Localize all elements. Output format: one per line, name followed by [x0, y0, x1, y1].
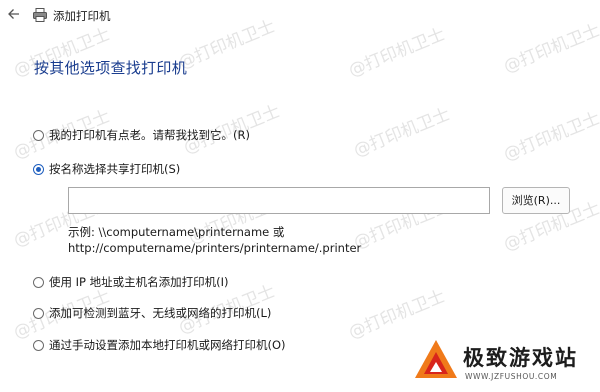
radio-button[interactable]	[33, 129, 44, 141]
logo-url: WWW.JZFUSHOU.COM	[465, 372, 558, 381]
option-label: 通过手动设置添加本地打印机或网络打印机(O)	[49, 338, 286, 352]
option-shared-printer-by-name[interactable]: 按名称选择共享打印机(S)	[33, 160, 180, 178]
option-old-printer[interactable]: 我的打印机有点老。请帮我找到它。(R)	[33, 126, 250, 144]
radio-button[interactable]	[33, 276, 44, 288]
option-manual-setup[interactable]: 通过手动设置添加本地打印机或网络打印机(O)	[33, 336, 286, 354]
browse-button[interactable]: 浏览(R)...	[502, 187, 570, 214]
radio-button-selected[interactable]	[33, 163, 44, 175]
site-logo: 极致游戏站 WWW.JZFUSHOU.COM	[413, 338, 596, 386]
radio-button[interactable]	[33, 339, 44, 351]
logo-name: 极致游戏站	[463, 346, 578, 370]
page-title: 按其他选项查找打印机	[34, 59, 188, 77]
watermark-text: @打印机卫士	[500, 108, 600, 166]
option-label: 按名称选择共享打印机(S)	[49, 162, 181, 176]
watermark-text: @打印机卫士	[350, 104, 453, 162]
option-label: 使用 IP 地址或主机名添加打印机(I)	[49, 275, 229, 289]
option-label: 添加可检测到蓝牙、无线或网络的打印机(L)	[49, 306, 272, 320]
example-text-line1: 示例: \\computername\printername 或	[68, 225, 285, 239]
logo-icon	[413, 338, 459, 384]
title-bar: 添加打印机	[0, 0, 600, 34]
printer-icon	[32, 7, 48, 23]
window-title: 添加打印机	[53, 9, 111, 23]
option-label: 我的打印机有点老。请帮我找到它。(R)	[49, 128, 250, 142]
option-ip-address[interactable]: 使用 IP 地址或主机名添加打印机(I)	[33, 273, 229, 291]
printer-name-input[interactable]	[68, 187, 490, 214]
option-bluetooth-wireless[interactable]: 添加可检测到蓝牙、无线或网络的打印机(L)	[33, 304, 271, 322]
example-text-line2: http://computername/printers/printername…	[68, 241, 362, 255]
radio-button[interactable]	[33, 307, 44, 319]
back-arrow-icon[interactable]	[6, 6, 22, 22]
watermark-text: @打印机卫士	[345, 286, 448, 344]
